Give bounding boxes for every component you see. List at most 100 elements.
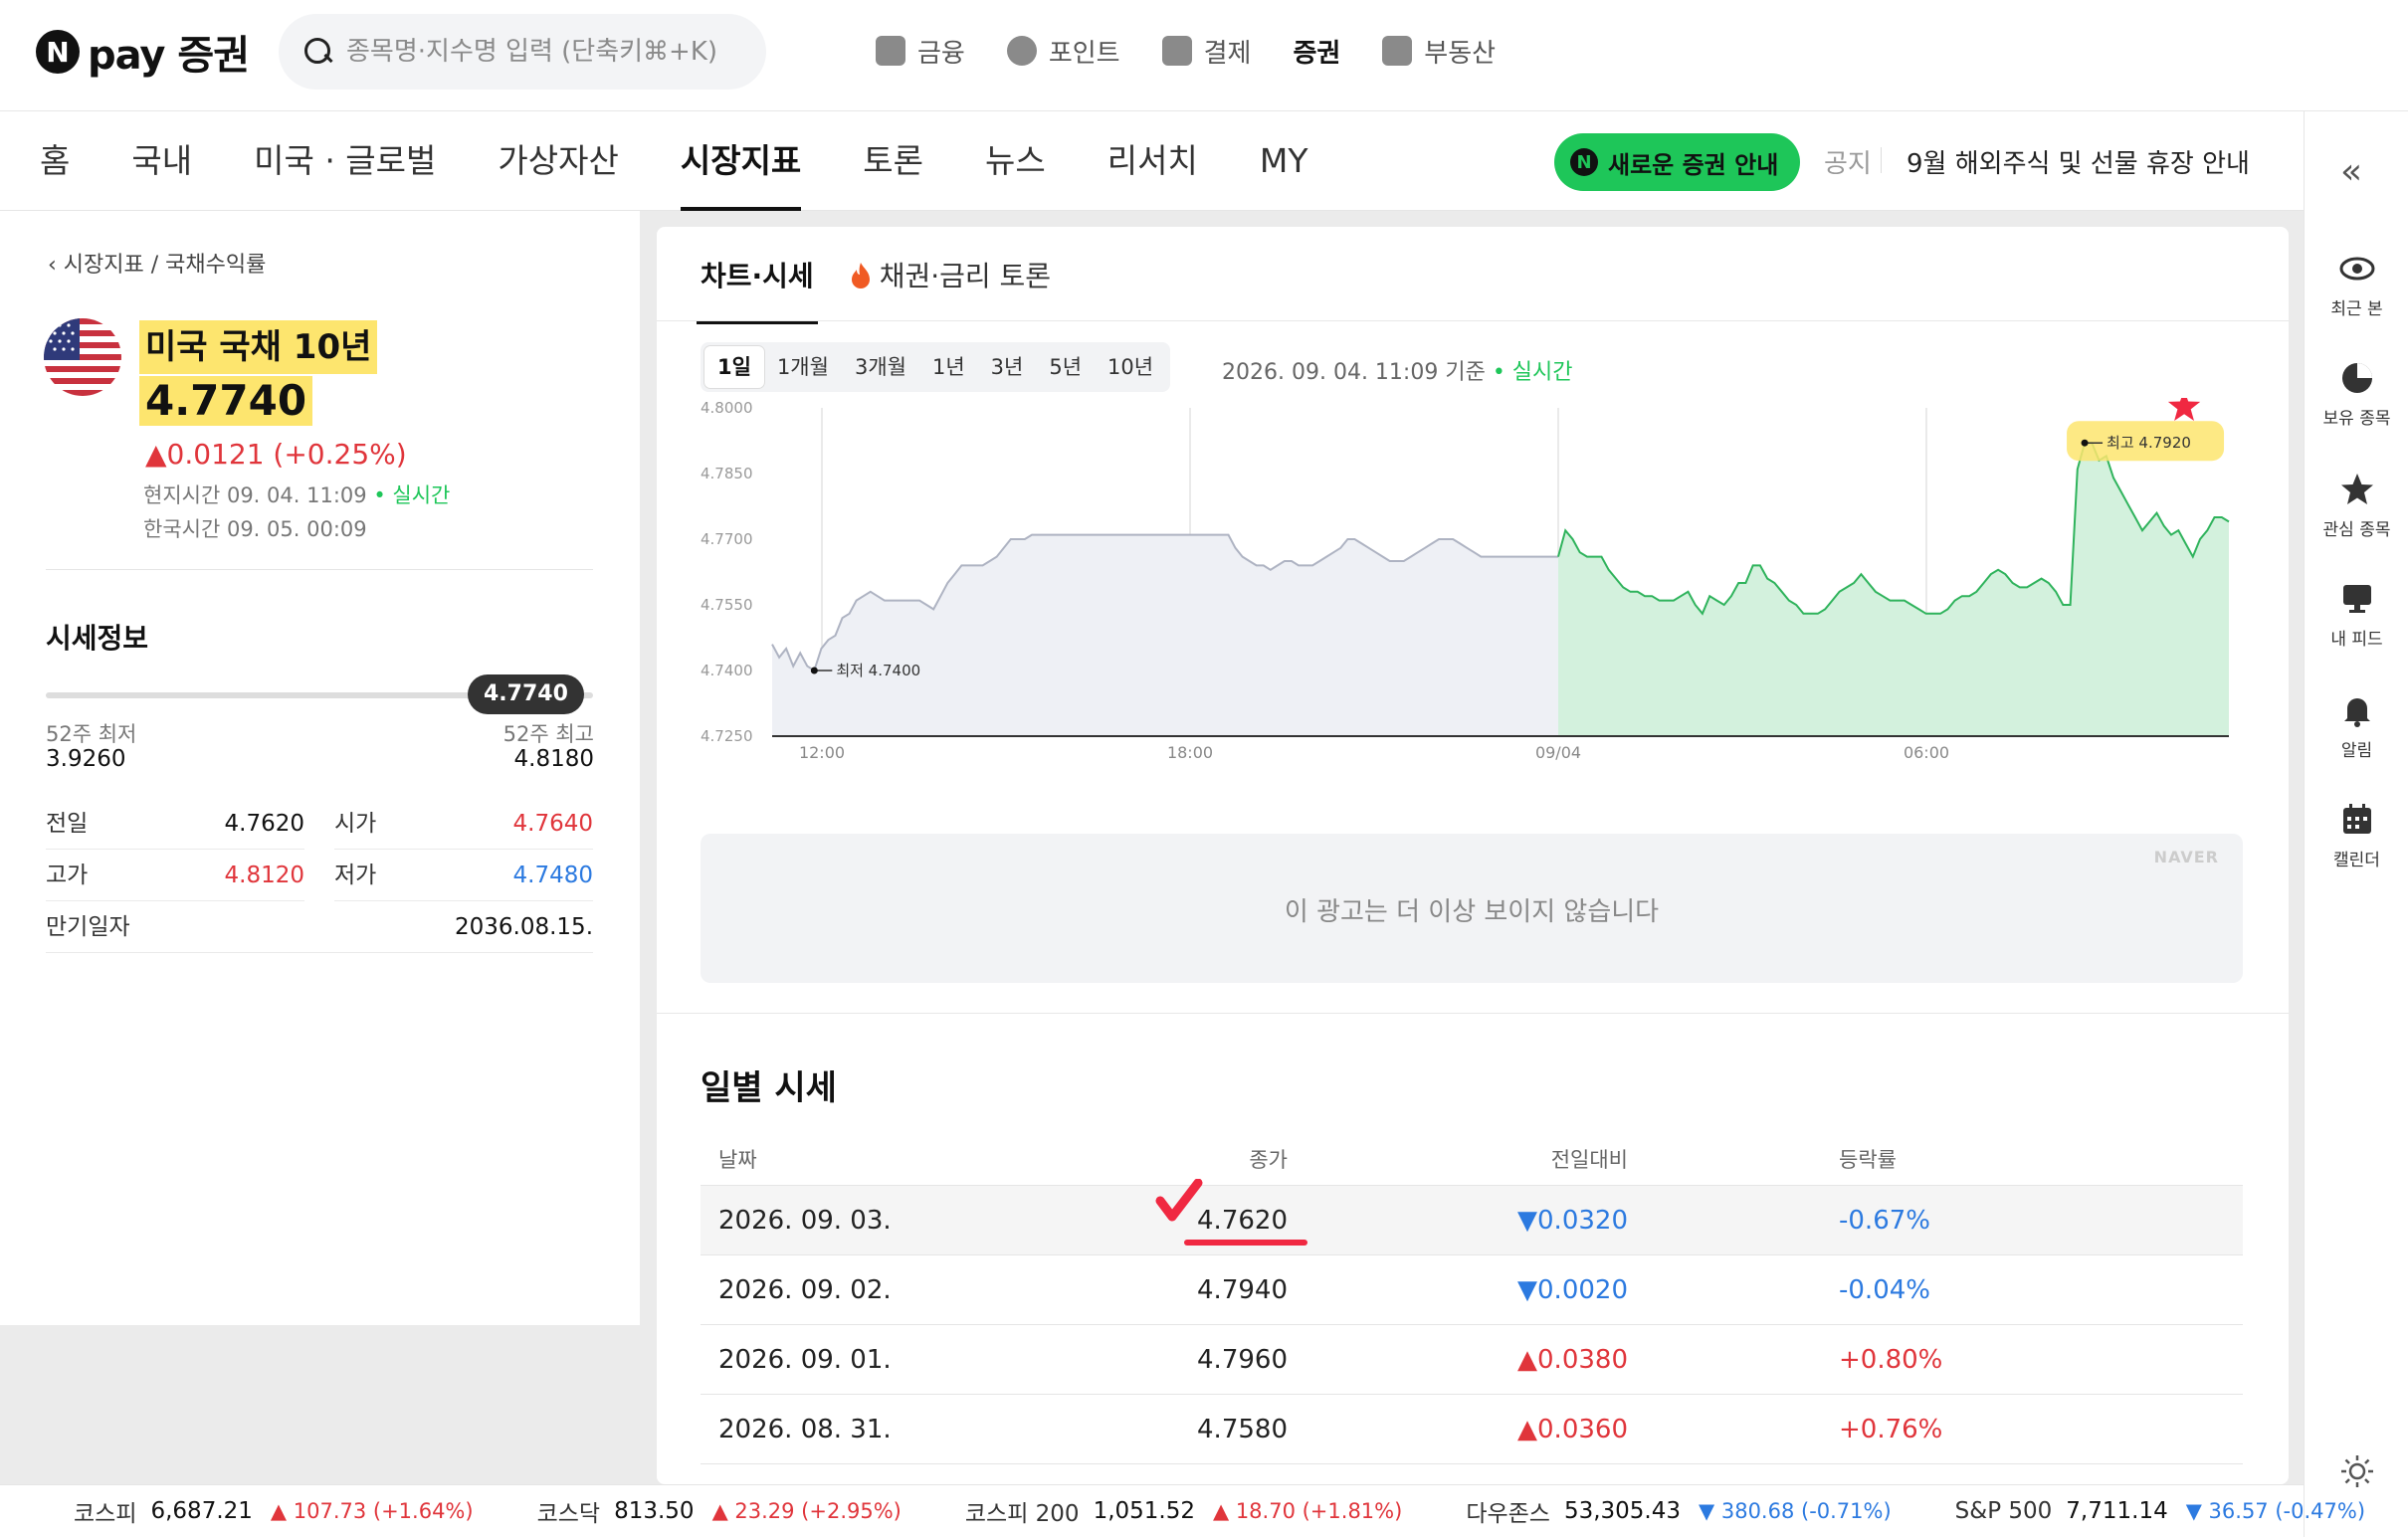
table-row[interactable]: 2026. 09. 02. 4.7940 ▼0.0020 -0.04% (701, 1255, 2243, 1325)
naver-pay-logo[interactable]: N pay 증권 (36, 24, 250, 80)
tab-my[interactable]: MY (1229, 111, 1339, 211)
header-close: 종가 (1249, 1148, 1288, 1172)
star-icon (2339, 472, 2375, 507)
ticker-value: 53,305.43 (1563, 1498, 1682, 1524)
table-row[interactable]: 2026. 08. 31. 4.7580 ▲0.0360 +0.76% (701, 1395, 2243, 1464)
daily-quotes-title: 일별 시세 (701, 1068, 837, 1108)
stat-label: 저가 (334, 863, 377, 888)
korea-time: 한국시간 09. 05. 00:09 (143, 517, 367, 541)
stat-row: 고가 4.8120 저가 4.7480 (46, 850, 593, 901)
asof-time: 2026. 09. 04. 11:09 기준 • 실시간 (1222, 354, 1573, 386)
point-coin-icon (1006, 36, 1037, 66)
tab-label: 채권·금리 토론 (879, 260, 1052, 292)
sidebar-item-recent[interactable]: 최근 본 (2305, 251, 2408, 319)
max-marker-dot (2081, 439, 2089, 447)
service-label: 부동산 (1424, 38, 1497, 69)
cell-diff: ▲0.0380 (1517, 1345, 1628, 1375)
sidebar-item-alarm[interactable]: 알림 (2305, 692, 2408, 761)
tab-market-indicators[interactable]: 시장지표 (650, 111, 832, 211)
stat-value: 4.7480 (512, 863, 593, 888)
ticker-item[interactable]: 코스닥 813.50 ▲ 23.29 (+2.95%) (537, 1494, 902, 1528)
tab-domestic[interactable]: 국내 (100, 111, 223, 211)
stat-row: 만기일자 2036.08.15. (46, 901, 593, 953)
red-checkmark-annotation (1155, 1179, 1203, 1222)
tab-crypto[interactable]: 가상자산 (467, 111, 649, 211)
asof-text: 2026. 09. 04. 11:09 기준 (1222, 360, 1486, 385)
pill-label: 새로운 증권 안내 (1608, 150, 1779, 179)
tab-discussion[interactable]: 토론 (832, 111, 954, 211)
brightness-icon[interactable] (2340, 1454, 2374, 1492)
table-row[interactable]: 2026. 09. 01. 4.7960 ▲0.0380 +0.80% (701, 1325, 2243, 1395)
sidebar-item-feed[interactable]: 내 피드 (2305, 581, 2408, 650)
tab-bond-rate-discussion[interactable]: 채권·금리 토론 (850, 257, 1051, 312)
ticker-item[interactable]: S&P 500 7,711.14 ▼ 36.57 (-0.47%) (1955, 1498, 2365, 1524)
period-1d[interactable]: 1일 (704, 346, 764, 388)
calendar-icon (2339, 802, 2375, 838)
period-3y[interactable]: 3년 (978, 346, 1037, 388)
service-label: 결제 (1203, 38, 1252, 69)
wallet-icon (876, 36, 905, 66)
y-tick-label: 4.7400 (701, 662, 753, 679)
pie-chart-icon (2339, 360, 2375, 396)
service-payment[interactable]: 결제 (1161, 33, 1252, 70)
stat-row: 전일 4.7620 시가 4.7640 (46, 798, 593, 850)
period-selector: 1일 1개월 3개월 1년 3년 5년 10년 (701, 342, 1171, 392)
52week-low-value: 3.9260 (46, 746, 126, 772)
period-1m[interactable]: 1개월 (764, 346, 842, 388)
ticker-item[interactable]: 다우존스 53,305.43 ▼ 380.68 (-0.71%) (1466, 1494, 1891, 1528)
tab-chart-quote[interactable]: 차트·시세 (697, 257, 818, 324)
table-header: 날짜 종가 전일대비 등락률 (701, 1134, 2243, 1186)
breadcrumb[interactable]: ‹ 시장지표 / 국채수익률 (48, 247, 266, 279)
cell-rate: -0.04% (1839, 1275, 1930, 1305)
ticker-name: 코스피 200 (964, 1501, 1080, 1527)
search-input[interactable] (346, 37, 744, 67)
quote-info-title: 시세정보 (46, 622, 149, 655)
ticker-item[interactable]: 코스피 6,687.21 ▲ 107.73 (+1.64%) (74, 1494, 474, 1528)
ticker-change: ▲ 107.73 (+1.64%) (270, 1499, 474, 1523)
service-finance[interactable]: 금융 (876, 33, 965, 70)
yield-chart[interactable]: 4.8000 4.7850 4.7700 4.7550 4.7400 4.7250 12:0… (701, 398, 2273, 776)
cell-rate: +0.80% (1839, 1345, 1943, 1375)
cell-rate: -0.67% (1839, 1206, 1930, 1236)
new-securities-guide-button[interactable]: N 새로운 증권 안내 (1554, 133, 1801, 191)
period-1y[interactable]: 1년 (919, 346, 978, 388)
realtime-badge: • 실시간 (1492, 360, 1573, 385)
sidebar-item-calendar[interactable]: 캘린더 (2305, 802, 2408, 870)
period-5y[interactable]: 5년 (1036, 346, 1095, 388)
x-tick-label: 06:00 (1904, 743, 1949, 762)
service-stock[interactable]: 증권 (919, 33, 2408, 577)
period-3m[interactable]: 3개월 (842, 346, 919, 388)
cell-close: 4.7580 (1197, 1415, 1288, 1444)
collapse-sidebar-icon[interactable]: « (2340, 151, 2362, 192)
tab-research[interactable]: 리서치 (1077, 111, 1229, 211)
stat-value: 4.8120 (224, 863, 304, 888)
card-divider (657, 1013, 2289, 1014)
header-rate: 등락률 (1839, 1148, 1897, 1172)
sidebar-item-holdings[interactable]: 보유 종목 (2305, 360, 2408, 429)
table-row[interactable]: 2026. 09. 03. 4.7620 ▼0.0320 -0.67% (701, 1186, 2243, 1255)
building-icon (1382, 36, 1413, 66)
notice-link[interactable]: 9월 해외주식 및 선물 휴장 안내 (1906, 143, 2250, 180)
ticker-change: ▲ 23.29 (+2.95%) (711, 1499, 902, 1523)
instrument-price: 4.7740 (139, 376, 313, 426)
ticker-value: 813.50 (614, 1498, 695, 1524)
ticker-item[interactable]: 코스피 200 1,051.52 ▲ 18.70 (+1.81%) (965, 1494, 1402, 1528)
tab-us-global[interactable]: 미국 · 글로벌 (223, 111, 467, 211)
tab-home[interactable]: 홈 (40, 111, 100, 211)
service-realestate[interactable]: 부동산 (1382, 33, 1496, 70)
sidebar-label: 보유 종목 (2322, 409, 2391, 429)
search-box[interactable] (279, 14, 766, 90)
sidebar-item-watchlist[interactable]: 관심 종목 (2305, 472, 2408, 540)
x-tick-label: 09/04 (1535, 743, 1581, 762)
breadcrumb-text: 시장지표 / 국채수익률 (63, 253, 267, 278)
tab-news[interactable]: 뉴스 (954, 111, 1077, 211)
ad-message: 이 광고는 더 이상 보이지 않습니다 (1284, 897, 1660, 927)
52week-current-badge: 4.7740 (468, 674, 584, 714)
period-10y[interactable]: 10년 (1095, 346, 1166, 388)
prev-session-area (772, 534, 1558, 736)
ad-banner: NAVER 이 광고는 더 이상 보이지 않습니다 (701, 834, 2243, 983)
bell-icon (2339, 692, 2375, 728)
service-point[interactable]: 포인트 (1006, 33, 1120, 70)
instrument-heading: 미국 국채 10년 4.7740 (139, 320, 378, 426)
receipt-icon (1161, 36, 1192, 66)
